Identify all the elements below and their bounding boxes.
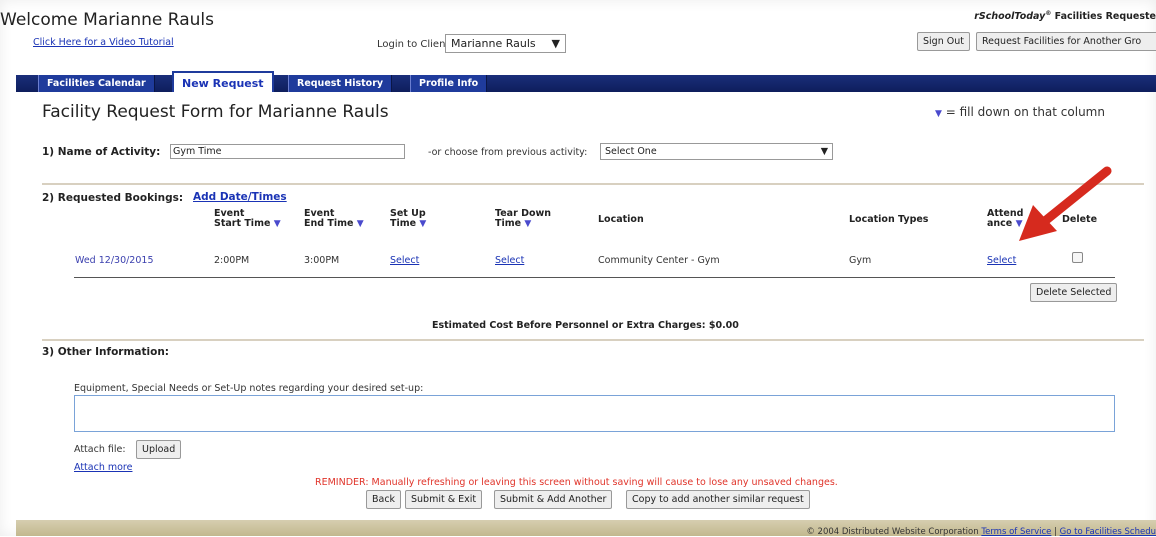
brand-logo: rSchoolToday (974, 11, 1046, 23)
filldown-triangle-icon[interactable]: ▼ (274, 219, 281, 229)
requested-bookings-label: 2) Requested Bookings: (42, 192, 184, 204)
col-header-attendance-line2: ance (987, 218, 1013, 229)
copy-request-button[interactable]: Copy to add another similar request (626, 490, 810, 509)
table-bottom-rule (74, 277, 1115, 278)
other-information-label: 3) Other Information: (42, 346, 170, 358)
delete-selected-button[interactable]: Delete Selected (1030, 283, 1118, 302)
back-button[interactable]: Back (366, 490, 402, 509)
equipment-notes-label: Equipment, Special Needs or Set-Up notes… (74, 383, 424, 394)
teardown-time-select-link[interactable]: Select (495, 255, 524, 266)
col-header-teardown-line2: Time (495, 218, 522, 229)
video-tutorial-link[interactable]: Click Here for a Video Tutorial (33, 37, 174, 48)
col-header-location-types: Location Types (849, 214, 929, 225)
submit-add-another-button[interactable]: Submit & Add Another (494, 490, 613, 509)
activity-name-label: 1) Name of Activity: (42, 146, 161, 158)
filldown-triangle-icon: ▼ (935, 109, 942, 119)
col-header-location: Location (598, 214, 644, 225)
col-header-setup-line2: Time (390, 218, 417, 229)
client-select[interactable]: Marianne Rauls ▼ (445, 34, 566, 53)
booking-location: Community Center - Gym (598, 255, 720, 266)
tab-new-request[interactable]: New Request (172, 71, 274, 92)
col-header-end: Event End Time ▼ (304, 209, 364, 230)
col-header-start-line2: Start Time (214, 218, 271, 229)
dropdown-arrow-icon: ▼ (551, 37, 560, 50)
tab-profile-info[interactable]: Profile Info (410, 75, 488, 92)
unsaved-changes-reminder: REMINDER: Manually refreshing or leaving… (315, 477, 838, 488)
filldown-triangle-icon[interactable]: ▼ (419, 219, 426, 229)
estimated-cost: Estimated Cost Before Personnel or Extra… (432, 320, 739, 331)
add-date-times-link[interactable]: Add Date/Times (193, 191, 287, 203)
col-header-end-line2: End Time (304, 218, 354, 229)
upload-button[interactable]: Upload (136, 440, 182, 459)
filldown-note: = fill down on that column (945, 105, 1105, 119)
filldown-triangle-icon[interactable]: ▼ (524, 219, 531, 229)
activity-name-input[interactable]: Gym Time (170, 144, 405, 159)
col-header-setup: Set Up Time ▼ (390, 209, 426, 230)
previous-activity-select[interactable]: Select One ▼ (600, 143, 833, 160)
attendance-select-link[interactable]: Select (987, 255, 1016, 266)
col-header-teardown: Tear Down Time ▼ (495, 209, 551, 230)
booking-end-time: 3:00PM (304, 255, 340, 266)
booking-location-type: Gym (849, 255, 872, 266)
form-title: Facility Request Form for Marianne Rauls (42, 102, 389, 122)
tab-request-history[interactable]: Request History (288, 75, 393, 92)
booking-start-time: 2:00PM (214, 255, 250, 266)
attach-more-link[interactable]: Attach more (74, 462, 132, 473)
tab-facilities-calendar[interactable]: Facilities Calendar (38, 75, 155, 92)
filldown-legend: ▼ = fill down on that column (935, 105, 1105, 119)
previous-activity-value: Select One (605, 146, 657, 157)
brand-text: Facilities Requeste (1051, 11, 1156, 23)
submit-exit-button[interactable]: Submit & Exit (405, 490, 483, 509)
request-another-group-button[interactable]: Request Facilities for Another Gro (976, 32, 1156, 51)
welcome-title: Welcome Marianne Rauls (0, 10, 215, 30)
col-header-start: Event Start Time ▼ (214, 209, 281, 230)
setup-time-select-link[interactable]: Select (390, 255, 419, 266)
red-arrow-icon (1019, 166, 1112, 241)
brand-header: rSchoolToday® Facilities Requeste (974, 10, 1156, 22)
login-client-label: Login to Client: (377, 39, 453, 50)
previous-activity-label: -or choose from previous activity: (428, 147, 588, 158)
tab-bar: Facilities Calendar New Request Request … (16, 71, 1156, 92)
section-divider (42, 183, 1144, 185)
booking-date: Wed 12/30/2015 (75, 255, 154, 266)
dropdown-arrow-icon: ▼ (820, 146, 828, 157)
sign-out-button[interactable]: Sign Out (917, 32, 970, 51)
filldown-triangle-icon[interactable]: ▼ (357, 219, 364, 229)
client-select-value: Marianne Rauls (451, 37, 536, 50)
attach-file-label: Attach file: (74, 444, 126, 455)
equipment-notes-textarea[interactable] (74, 395, 1115, 432)
section-divider (42, 339, 1144, 341)
delete-row-checkbox[interactable] (1072, 252, 1083, 263)
